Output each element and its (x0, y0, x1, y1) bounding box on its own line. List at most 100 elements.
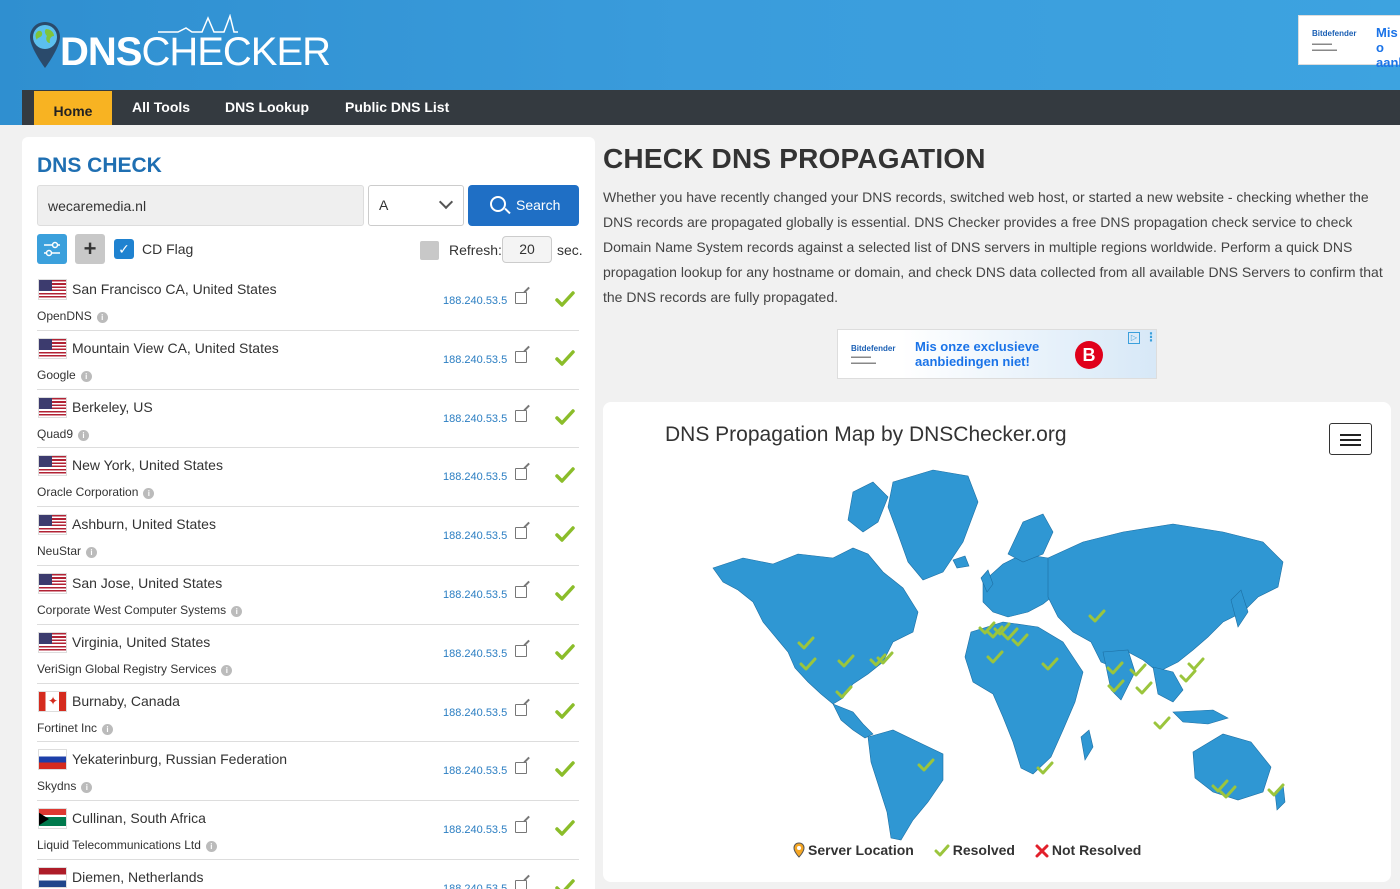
external-link-icon[interactable] (515, 821, 527, 834)
domain-input[interactable] (37, 185, 364, 226)
settings-sliders-button[interactable] (37, 234, 67, 264)
map-south-america (867, 729, 944, 841)
resolved-marker (1153, 716, 1171, 730)
globe-pin-icon (30, 22, 60, 68)
server-provider-name: VeriSign Global Registry Services (37, 661, 217, 676)
external-link-icon[interactable] (515, 879, 527, 889)
map-india (1102, 649, 1136, 701)
search-button[interactable]: Search (468, 185, 579, 226)
resolved-check-icon (555, 408, 575, 425)
nav-public-dns-list[interactable]: Public DNS List (345, 90, 449, 125)
flag-za-icon (38, 808, 67, 830)
resolved-check-icon (555, 585, 575, 601)
map-menu-button[interactable] (1329, 423, 1372, 455)
mid-advertisement[interactable]: Bitdefender ▬▬▬▬ ▬▬▬▬▬ Mis onze exclusiev… (837, 329, 1157, 379)
ad-text: Mis o aanb (1376, 25, 1400, 70)
server-location: Mountain View CA, United States (72, 339, 279, 356)
info-icon[interactable]: i (221, 664, 233, 676)
server-row: Diemen, Netherlands 188.240.53.5 (37, 860, 579, 889)
server-row: San Jose, United States Corporate West Co… (37, 566, 579, 625)
map-title: DNS Propagation Map by DNSChecker.org (665, 423, 1067, 446)
server-location: Yekaterinburg, Russian Federation (72, 751, 288, 768)
resolved-ip: 188.240.53.5 (443, 824, 508, 837)
refresh-checkbox[interactable] (420, 241, 439, 260)
server-provider-name: Corporate West Computer Systems (37, 602, 227, 617)
info-icon[interactable]: i (205, 841, 217, 853)
external-link-icon[interactable] (515, 703, 527, 716)
server-location: New York, United States (72, 457, 223, 474)
external-link-icon[interactable] (515, 468, 527, 481)
ad-text-line2: aanb (1376, 55, 1400, 70)
info-icon[interactable]: i (81, 782, 93, 794)
server-provider-name: Skydns (37, 779, 77, 794)
server-row: Berkeley, US Quad9 i 188.240.53.5 (37, 390, 579, 449)
server-provider: Quad9 i (37, 427, 90, 441)
external-link-icon[interactable] (515, 350, 527, 363)
server-provider: OpenDNS i (37, 309, 108, 323)
legend-server-location-label: Server Location (808, 842, 914, 858)
flag-us-icon (38, 279, 67, 300)
top-advertisement[interactable]: Bitdefender ▬▬▬▬▬▬▬▬▬ Mis o aanb (1298, 15, 1400, 70)
nav-all-tools[interactable]: All Tools (132, 90, 190, 125)
add-server-button[interactable]: + (75, 234, 105, 264)
cross-icon (1035, 844, 1049, 858)
external-link-icon[interactable] (515, 292, 527, 304)
nav-dns-lookup[interactable]: DNS Lookup (225, 90, 309, 125)
page-title: CHECK DNS PROPAGATION (603, 143, 986, 174)
external-link-icon[interactable] (515, 409, 527, 422)
server-location: Berkeley, US (72, 398, 153, 415)
legend-resolved: Resolved (934, 842, 1015, 858)
server-provider-name: Fortinet Inc (37, 720, 98, 735)
map-arctic-islands (847, 481, 889, 533)
external-link-icon[interactable] (515, 644, 527, 657)
info-icon[interactable]: i (86, 547, 98, 559)
resolved-ip: 188.240.53.5 (443, 588, 508, 601)
info-icon[interactable]: i (143, 488, 155, 500)
mid-ad-text: Mis onze exclusieve aanbiedingen niet! (915, 339, 1039, 369)
legend-server-location: Server Location (793, 842, 914, 858)
server-provider: Oracle Corporation i (37, 485, 155, 500)
server-location: San Francisco CA, United States (72, 281, 277, 297)
hamburger-icon-line (1340, 439, 1361, 441)
resolved-ip: 188.240.53.5 (443, 471, 508, 484)
flag-us-icon (38, 631, 67, 653)
server-location: Ashburn, United States (72, 516, 216, 533)
dns-check-title: DNS CHECK (37, 154, 162, 177)
server-row: New York, United States Oracle Corporatio… (37, 448, 579, 508)
record-type-select[interactable]: A (368, 185, 464, 226)
seconds-label: sec. (557, 242, 583, 258)
server-location: Burnaby, Canada (72, 692, 180, 709)
external-link-icon[interactable] (515, 762, 527, 775)
nav-home[interactable]: Home (34, 91, 112, 125)
resolved-check-icon (555, 350, 575, 366)
info-icon[interactable]: i (231, 605, 243, 617)
server-provider: VeriSign Global Registry Services i (37, 661, 233, 676)
server-provider-name: Oracle Corporation (37, 485, 139, 500)
info-icon[interactable]: i (102, 723, 114, 735)
server-row: San Francisco CA, United States OpenDNS i 1… (37, 272, 579, 331)
map-iceland (952, 555, 970, 569)
page-description: Whether you have recently changed your D… (603, 189, 1383, 305)
resolved-check-icon (555, 526, 575, 542)
server-row: Ashburn, United States NeuStar i 188.240.53… (37, 507, 579, 566)
info-icon[interactable]: i (96, 312, 108, 323)
server-location: Diemen, Netherlands (72, 868, 204, 885)
server-location: Virginia, United States (72, 633, 211, 650)
server-provider: Corporate West Computer Systems i (37, 602, 243, 617)
world-map[interactable] (703, 462, 1293, 842)
ad-small-print: ▬▬▬▬ ▬▬▬▬▬ (1312, 41, 1337, 53)
mid-ad-brand: Bitdefender (851, 344, 896, 353)
info-icon[interactable]: i (80, 370, 92, 382)
site-logo[interactable]: DNSCHECKER (28, 14, 331, 74)
info-icon[interactable]: i (78, 429, 90, 441)
refresh-seconds-input[interactable]: 20 (502, 236, 552, 263)
cd-flag-checkbox[interactable]: ✓ (114, 239, 134, 259)
external-link-icon[interactable] (515, 585, 527, 598)
adchoices-icon[interactable]: ▷ (1128, 332, 1140, 344)
server-location: Cullinan, South Africa (72, 810, 206, 827)
logo-dns-text: DNS (60, 30, 142, 74)
ad-options-icon[interactable]: ⋮ (1145, 330, 1157, 344)
external-link-icon[interactable] (515, 527, 527, 540)
mid-ad-text-line1: Mis onze exclusieve (915, 339, 1040, 354)
resolved-check-icon (555, 467, 575, 484)
